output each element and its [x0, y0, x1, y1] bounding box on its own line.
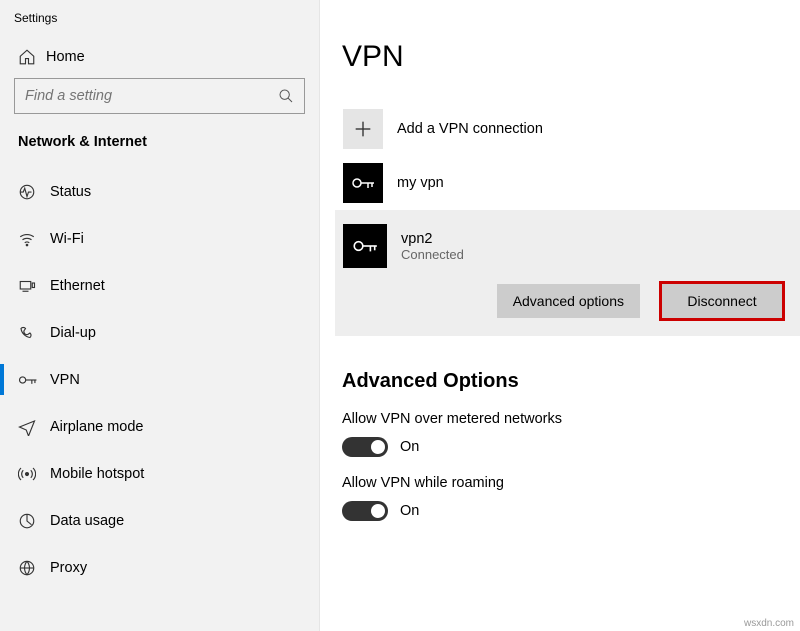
- sidebar-item-label: Ethernet: [50, 278, 105, 294]
- watermark: wsxdn.com: [744, 618, 794, 629]
- wifi-icon: [18, 230, 50, 248]
- toggle-vpn-metered[interactable]: [342, 437, 388, 457]
- sidebar: Settings Home Network & Internet Status: [0, 0, 320, 631]
- proxy-icon: [18, 559, 50, 577]
- search-field[interactable]: [25, 88, 278, 104]
- main-pane: VPN Add a VPN connection my vpn: [320, 0, 800, 631]
- setting-vpn-roaming: Allow VPN while roaming On: [320, 475, 800, 539]
- setting-label: Allow VPN over metered networks: [342, 411, 800, 437]
- sidebar-item-proxy[interactable]: Proxy: [0, 544, 319, 591]
- sidebar-item-label: Mobile hotspot: [50, 466, 144, 482]
- sidebar-item-status[interactable]: Status: [0, 168, 319, 215]
- vpn-icon: [18, 371, 50, 389]
- advanced-options-heading: Advanced Options: [320, 336, 800, 411]
- advanced-options-button[interactable]: Advanced options: [497, 284, 640, 318]
- sidebar-item-label: Wi-Fi: [50, 231, 84, 247]
- sidebar-item-dialup[interactable]: Dial-up: [0, 309, 319, 356]
- sidebar-item-airplane[interactable]: Airplane mode: [0, 403, 319, 450]
- setting-label: Allow VPN while roaming: [342, 475, 800, 501]
- vpn-connection-icon: [343, 163, 383, 203]
- datausage-icon: [18, 512, 50, 530]
- dialup-icon: [18, 324, 50, 342]
- sidebar-item-wifi[interactable]: Wi-Fi: [0, 215, 319, 262]
- search-input[interactable]: [14, 78, 305, 114]
- plus-icon: [343, 109, 383, 149]
- disconnect-button[interactable]: Disconnect: [662, 284, 782, 318]
- sidebar-item-label: VPN: [50, 372, 80, 388]
- toggle-vpn-roaming[interactable]: [342, 501, 388, 521]
- window-title: Settings: [0, 0, 319, 36]
- home-icon: [18, 48, 46, 66]
- vpn-connection-label: vpn2: [401, 231, 464, 247]
- toggle-state: On: [400, 439, 419, 455]
- page-title: VPN: [320, 40, 800, 102]
- sidebar-item-label: Dial-up: [50, 325, 96, 341]
- sidebar-item-datausage[interactable]: Data usage: [0, 497, 319, 544]
- sidebar-item-hotspot[interactable]: Mobile hotspot: [0, 450, 319, 497]
- vpn-connection-vpn2[interactable]: vpn2 Connected Advanced options Disconne…: [335, 210, 800, 336]
- toggle-state: On: [400, 503, 419, 519]
- search-icon: [278, 88, 294, 104]
- sidebar-item-vpn[interactable]: VPN: [0, 356, 319, 403]
- add-vpn-label: Add a VPN connection: [397, 121, 543, 137]
- sidebar-item-label: Airplane mode: [50, 419, 144, 435]
- vpn-connection-icon: [343, 224, 387, 268]
- category-header: Network & Internet: [0, 134, 319, 168]
- vpn-connection-status: Connected: [401, 247, 464, 262]
- hotspot-icon: [18, 465, 50, 483]
- ethernet-icon: [18, 277, 50, 295]
- nav-home-label: Home: [46, 49, 85, 65]
- sidebar-item-label: Status: [50, 184, 91, 200]
- vpn-connection-myvpn[interactable]: my vpn: [335, 156, 800, 210]
- vpn-connection-label: my vpn: [397, 175, 444, 191]
- setting-vpn-metered: Allow VPN over metered networks On: [320, 411, 800, 475]
- sidebar-item-ethernet[interactable]: Ethernet: [0, 262, 319, 309]
- airplane-icon: [18, 418, 50, 436]
- add-vpn-connection[interactable]: Add a VPN connection: [335, 102, 800, 156]
- nav-home[interactable]: Home: [0, 36, 319, 78]
- status-icon: [18, 183, 50, 201]
- sidebar-item-label: Data usage: [50, 513, 124, 529]
- sidebar-item-label: Proxy: [50, 560, 87, 576]
